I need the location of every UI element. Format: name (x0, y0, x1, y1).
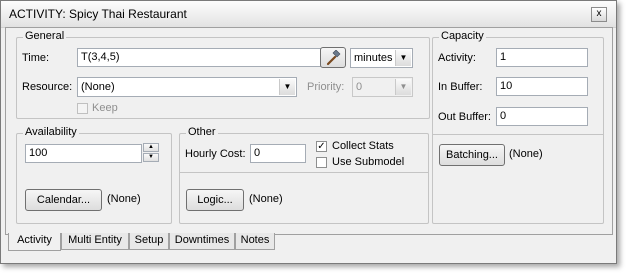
capacity-legend: Capacity (439, 30, 486, 42)
resource-value: (None) (81, 81, 115, 93)
time-input[interactable]: T(3,4,5) (77, 48, 321, 67)
tab-setup[interactable]: Setup (129, 233, 169, 250)
availability-input[interactable]: 100 (25, 144, 142, 163)
priority-label: Priority: (307, 81, 345, 93)
batching-value: (None) (509, 148, 543, 160)
tab-notes[interactable]: Notes (235, 233, 275, 250)
calendar-value: (None) (107, 193, 141, 205)
hourly-cost-label: Hourly Cost: (185, 148, 246, 160)
capacity-group: Capacity Activity: 1 In Buffer: 10 Out B… (432, 30, 604, 224)
chevron-down-icon: ▼ (279, 79, 295, 95)
window-title: ACTIVITY: Spicy Thai Restaurant (9, 7, 187, 21)
use-submodel-label: Use Submodel (332, 156, 405, 168)
capacity-activity-input[interactable]: 1 (496, 48, 588, 67)
chevron-down-icon: ▼ (395, 50, 411, 66)
capacity-separator (433, 134, 603, 135)
spin-down-icon[interactable]: ▼ (143, 153, 159, 162)
out-buffer-input[interactable]: 0 (496, 107, 588, 126)
resource-select[interactable]: (None) ▼ (77, 77, 297, 97)
other-legend: Other (186, 126, 218, 138)
tab-content-panel: General Time: T(3,4,5) minutes ▼ Resourc… (5, 27, 613, 235)
priority-select: 0 ▼ (352, 77, 413, 97)
use-submodel-checkbox[interactable] (316, 157, 327, 168)
chevron-down-icon: ▼ (395, 79, 411, 95)
calendar-button[interactable]: Calendar... (25, 189, 102, 211)
checkmark-icon: ✓ (317, 141, 326, 152)
priority-value: 0 (356, 81, 363, 93)
collect-stats-checkbox[interactable]: ✓ (316, 141, 327, 152)
title-bar: ACTIVITY: Spicy Thai Restaurant x (1, 1, 616, 28)
other-group: Other Hourly Cost: 0 ✓ Collect Stats Use… (179, 126, 429, 224)
expression-builder-button[interactable] (320, 47, 346, 68)
logic-value: (None) (249, 193, 283, 205)
collect-stats-label: Collect Stats (332, 140, 394, 152)
general-legend: General (23, 30, 67, 42)
in-buffer-label: In Buffer: (438, 81, 483, 93)
resource-label: Resource: (22, 81, 73, 93)
availability-legend: Availability (23, 126, 79, 138)
close-button[interactable]: x (591, 7, 607, 22)
logic-button[interactable]: Logic... (186, 189, 244, 211)
capacity-activity-label: Activity: (438, 52, 476, 64)
other-separator (180, 172, 428, 173)
time-unit-value: minutes (354, 52, 393, 64)
tab-downtimes[interactable]: Downtimes (169, 233, 235, 250)
keep-label: Keep (92, 102, 118, 114)
availability-spinner[interactable]: ▲ ▼ (143, 143, 159, 163)
hourly-cost-input[interactable]: 0 (250, 144, 306, 163)
in-buffer-input[interactable]: 10 (496, 77, 588, 96)
out-buffer-label: Out Buffer: (438, 111, 491, 123)
hammer-icon (326, 49, 341, 65)
batching-button[interactable]: Batching... (439, 144, 505, 166)
time-unit-select[interactable]: minutes ▼ (350, 48, 413, 68)
tab-multi-entity[interactable]: Multi Entity (61, 233, 129, 250)
keep-checkbox (77, 103, 88, 114)
activity-dialog: ACTIVITY: Spicy Thai Restaurant x Genera… (0, 0, 617, 264)
tab-activity[interactable]: Activity (8, 233, 61, 251)
time-label: Time: (22, 52, 50, 64)
close-icon: x (596, 8, 602, 19)
spin-up-icon[interactable]: ▲ (143, 143, 159, 152)
general-group: General Time: T(3,4,5) minutes ▼ Resourc… (16, 30, 430, 119)
availability-group: Availability 100 ▲ ▼ Calendar... (None) (16, 126, 172, 224)
